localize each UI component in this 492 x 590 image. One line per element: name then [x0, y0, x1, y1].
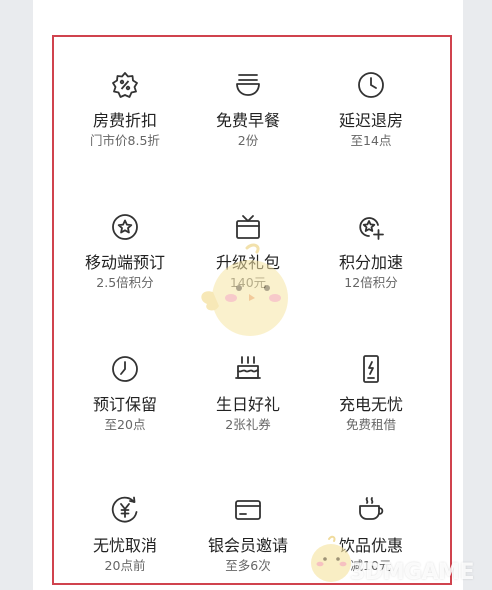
benefit-title: 生日好礼: [215, 395, 280, 414]
benefit-item-points-boost[interactable]: 积分加速 12倍积分: [311, 212, 431, 291]
benefit-title: 预订保留: [92, 395, 157, 414]
benefit-subtitle: 12倍积分: [344, 275, 398, 290]
clock-icon: [356, 70, 386, 100]
benefit-subtitle: 免费租借: [345, 417, 396, 432]
benefit-item-discount[interactable]: 房费折扣 门市价8.5折: [65, 70, 185, 149]
star-badge-icon: [110, 212, 140, 242]
benefit-item-free-cancel[interactable]: 无忧取消 20点前: [65, 495, 185, 574]
benefit-subtitle: 至14点: [350, 133, 392, 148]
power-bank-icon: [356, 354, 386, 384]
gift-box-icon: [233, 212, 263, 242]
yen-refund-icon: [110, 495, 140, 525]
benefit-item-silver-invite[interactable]: 银会员邀请 至多6次: [188, 495, 308, 574]
star-plus-icon: [356, 212, 386, 242]
benefit-subtitle: 20点前: [104, 558, 146, 573]
benefit-subtitle: 2.5倍积分: [96, 275, 154, 290]
clock-icon: [110, 354, 140, 384]
benefit-subtitle: 2张礼券: [225, 417, 271, 432]
benefit-title: 银会员邀请: [207, 536, 288, 555]
benefit-item-breakfast[interactable]: 免费早餐 2份: [188, 70, 308, 149]
card-icon: [233, 495, 263, 525]
benefit-subtitle: 2份: [237, 133, 259, 148]
benefit-subtitle: 至多6次: [225, 558, 271, 573]
benefit-title: 延迟退房: [338, 111, 403, 130]
breakfast-bowl-icon: [233, 70, 263, 100]
benefit-title: 免费早餐: [215, 111, 280, 130]
benefit-item-charging[interactable]: 充电无忧 免费租借: [311, 354, 431, 433]
benefit-title: 房费折扣: [92, 111, 157, 130]
benefit-title: 积分加速: [338, 253, 403, 272]
coffee-cup-icon: [356, 495, 386, 525]
benefit-title: 移动端预订: [84, 253, 165, 272]
benefit-item-late-checkout[interactable]: 延迟退房 至14点: [311, 70, 431, 149]
discount-badge-icon: [110, 70, 140, 100]
site-watermark: 3DMGAME: [350, 560, 474, 585]
mascot-watermark-icon: [201, 243, 288, 336]
benefit-item-birthday-gift[interactable]: 生日好礼 2张礼券: [188, 354, 308, 433]
birthday-cake-icon: [233, 354, 263, 384]
benefit-title: 无忧取消: [92, 536, 157, 555]
benefit-item-reservation-hold[interactable]: 预订保留 至20点: [65, 354, 185, 433]
benefit-item-mobile-booking[interactable]: 移动端预订 2.5倍积分: [65, 212, 185, 291]
benefit-subtitle: 至20点: [104, 417, 146, 432]
benefit-title: 充电无忧: [338, 395, 403, 414]
benefit-subtitle: 门市价8.5折: [90, 133, 160, 148]
